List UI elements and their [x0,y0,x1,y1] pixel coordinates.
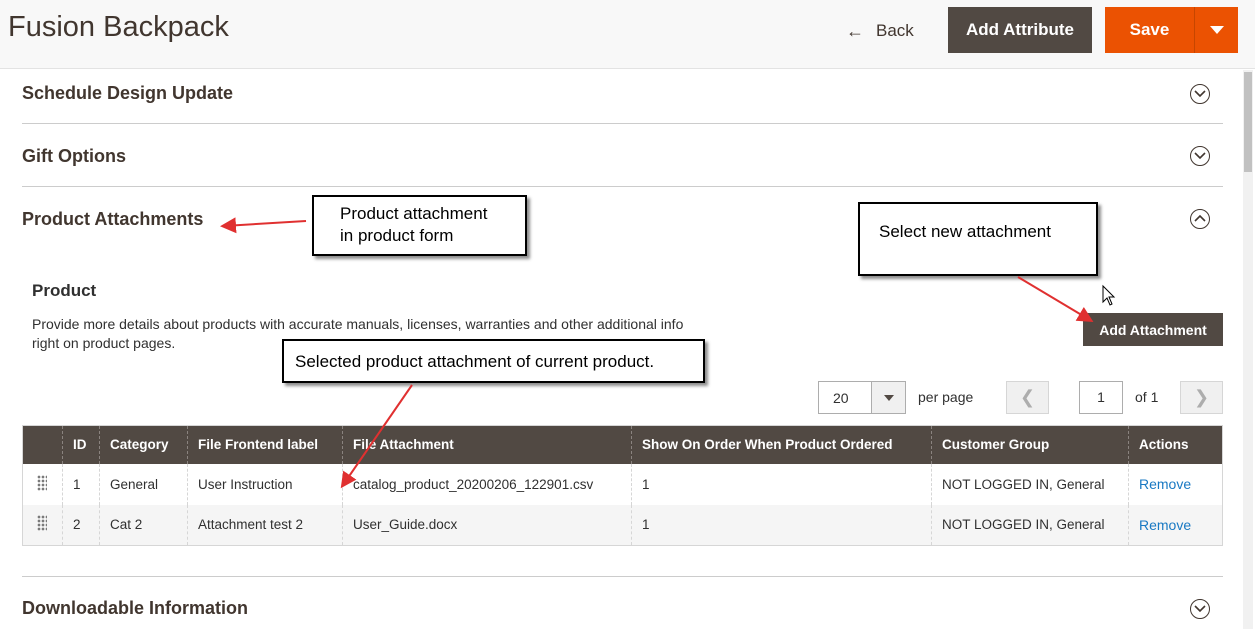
arrow-to-add-attachment [1017,276,1094,323]
cell-show-on-order: 1 [631,463,932,505]
cell-show-on-order: 1 [631,504,932,546]
add-attachment-button[interactable]: Add Attachment [1083,313,1223,346]
drag-handle-icon[interactable] [37,515,47,532]
back-label: Back [876,21,914,40]
cell-category: Cat 2 [99,504,188,546]
section-title-schedule: Schedule Design Update [22,83,234,103]
next-page-button[interactable]: ❯ [1180,381,1223,414]
remove-link[interactable]: Remove [1139,517,1191,533]
annotation-select-new-attachment: Select new attachment [858,202,1098,276]
section-downloadable-information[interactable]: Downloadable Information [22,577,1223,629]
column-header-id: ID [62,425,100,464]
attachments-table: ID Category File Frontend label File Att… [22,425,1223,546]
page-title: Fusion Backpack [8,11,229,43]
table-header-row: ID Category File Frontend label File Att… [22,425,1223,464]
page-header: Fusion Backpack ← Back Add Attribute Sav… [0,0,1255,69]
mouse-cursor-icon [1102,284,1116,306]
chevron-down-icon [1209,26,1224,34]
cell-category: General [99,463,188,505]
description-line: Provide more details about products with… [32,316,684,332]
save-button[interactable]: Save [1105,7,1195,53]
cell-id: 1 [62,463,100,505]
arrow-left-icon: ← [846,20,864,41]
column-header-drag [22,425,63,464]
save-dropdown-toggle[interactable] [1195,7,1238,53]
annotation-text: Select new attachment [879,222,1051,241]
page-number-input[interactable]: 1 [1079,381,1123,414]
annotation-text: Selected product attachment of current p… [295,352,655,371]
cell-frontend-label: User Instruction [187,463,343,505]
cell-customer-group: NOT LOGGED IN, General [931,463,1129,505]
remove-link[interactable]: Remove [1139,476,1191,492]
page-total: of 1 [1135,389,1159,405]
vertical-scrollbar[interactable] [1243,70,1253,629]
expand-icon[interactable] [1190,599,1210,619]
cell-id: 2 [62,504,100,546]
cell-file-attachment: catalog_product_20200206_122901.csv [342,463,632,505]
cell-frontend-label: Attachment test 2 [187,504,343,546]
table-row: 2 Cat 2 Attachment test 2 User_Guide.doc… [22,504,1223,546]
per-page-select[interactable]: 20 [818,381,906,414]
per-page-value: 20 [833,390,849,406]
column-header-category: Category [99,425,188,464]
section-title-attachments: Product Attachments [22,209,204,229]
section-schedule-design-update[interactable]: Schedule Design Update [22,70,1223,124]
chevron-left-icon: ❮ [1019,387,1036,407]
drag-handle-icon[interactable] [37,474,47,491]
cell-customer-group: NOT LOGGED IN, General [931,504,1129,546]
scrollbar-thumb[interactable] [1244,72,1252,172]
annotation-selected-attachment: Selected product attachment of current p… [282,339,705,383]
collapse-icon[interactable] [1190,209,1210,229]
previous-page-button[interactable]: ❮ [1006,381,1049,414]
section-gift-options[interactable]: Gift Options [22,124,1223,186]
column-header-customer-group: Customer Group [931,425,1129,464]
cell-file-attachment: User_Guide.docx [342,504,632,546]
section-title-gift: Gift Options [22,146,126,166]
add-attribute-button[interactable]: Add Attribute [948,7,1092,53]
annotation-text: Product attachment [340,204,488,223]
table-row: 1 General User Instruction catalog_produ… [22,463,1223,505]
per-page-label: per page [918,389,974,405]
cell-actions: Remove [1128,504,1223,546]
caret-down-icon [883,394,894,401]
back-button[interactable]: ← Back [846,18,914,44]
drag-cell[interactable] [22,463,63,505]
column-header-frontend-label: File Frontend label [187,425,343,464]
per-page-dropdown-button[interactable] [871,382,905,413]
product-subtitle: Product [32,281,97,300]
annotation-product-attachment: Product attachment in product form [312,195,527,256]
save-split-button: Save [1105,7,1238,53]
drag-cell[interactable] [22,504,63,546]
annotation-text: in product form [340,226,454,245]
column-header-file-attachment: File Attachment [342,425,632,464]
cell-actions: Remove [1128,463,1223,505]
section-title-downloadable: Downloadable Information [22,598,249,618]
chevron-right-icon: ❯ [1193,387,1210,407]
column-header-actions: Actions [1128,425,1223,464]
column-header-show-on-order: Show On Order When Product Ordered [631,425,932,464]
expand-icon[interactable] [1190,146,1210,166]
expand-icon[interactable] [1190,84,1210,104]
